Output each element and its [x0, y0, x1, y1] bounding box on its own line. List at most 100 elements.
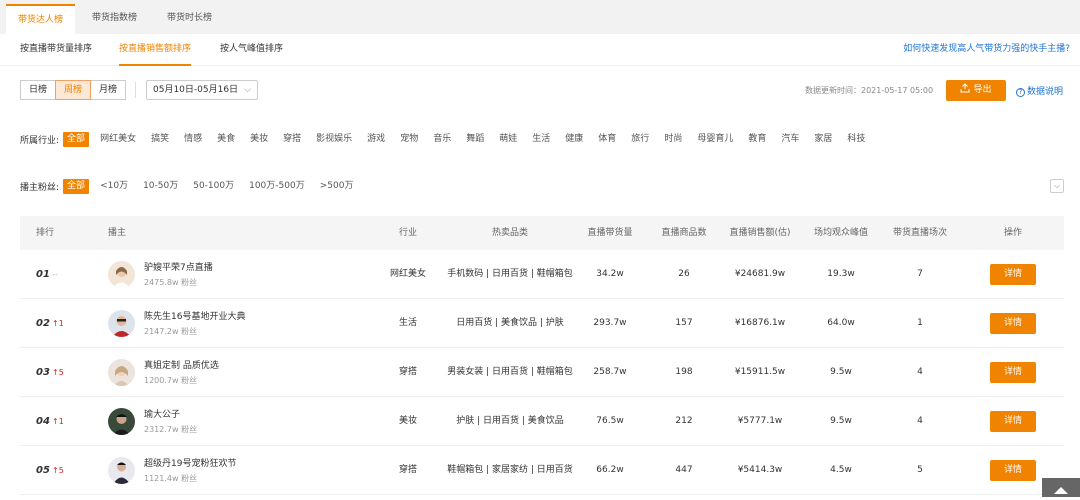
fans-chip[interactable]: 100万-500万 — [245, 179, 309, 194]
update-time: 数据更新时间：2021-05-17 05:00 — [805, 86, 934, 95]
peak-cell: 19.3w — [827, 269, 855, 279]
detail-button[interactable]: 详情 — [990, 460, 1036, 481]
industry-chip[interactable]: 全部 — [63, 131, 90, 147]
date-range-value: 05月10日-05月16日 — [153, 85, 239, 95]
sessions-cell: 5 — [917, 465, 923, 475]
industry-chip[interactable]: 体育 — [594, 132, 620, 147]
tab-index-rank[interactable]: 带货指数榜 — [80, 4, 149, 34]
subtab-sort-popularity[interactable]: 按人气峰值排序 — [220, 34, 283, 66]
rank-trend: ↑5 — [52, 466, 64, 475]
fans-chip[interactable]: 全部 — [63, 178, 90, 194]
subtab-sort-sales[interactable]: 按直播销售额排序 — [119, 34, 192, 66]
fans-filter-label: 播主粉丝: — [20, 182, 60, 193]
avatar[interactable] — [108, 408, 135, 435]
back-to-top-button[interactable] — [1042, 478, 1080, 497]
streamer-name[interactable]: 超级丹19号宠粉狂欢节 — [144, 458, 236, 470]
period-week-button[interactable]: 周榜 — [55, 80, 92, 100]
industry-chip[interactable]: 萌娃 — [495, 132, 521, 147]
industry-chip[interactable]: 网红美女 — [96, 132, 140, 147]
categories-cell: 护肤 | 日用百货 | 美食饮品 — [456, 416, 564, 426]
industry-chip[interactable]: 健康 — [561, 132, 587, 147]
categories-cell: 男装女装 | 日用百货 | 鞋帽箱包 — [447, 367, 573, 377]
industry-chip[interactable]: 舞蹈 — [462, 132, 488, 147]
industry-filter: 所属行业: 全部 网红美女 搞笑 情感 美食 美妆 穿搭 影视娱乐 游戏 宠物 … — [20, 131, 876, 147]
avatar[interactable] — [108, 261, 135, 288]
expand-filter-toggle[interactable]: ⌵ — [1050, 179, 1064, 193]
table-row: 03 ↑5 真姐定制 品质优选 1200.7w 粉丝 穿搭 男装女装 | 日用百… — [20, 348, 1064, 397]
industry-chip[interactable]: 美食 — [213, 132, 239, 147]
industry-chip[interactable]: 美妆 — [246, 132, 272, 147]
fan-count: 2475.8w 粉丝 — [144, 278, 198, 287]
products-cell: 447 — [675, 465, 693, 475]
period-month-button[interactable]: 月榜 — [90, 80, 127, 100]
avatar[interactable] — [108, 310, 135, 337]
industry-chip[interactable]: 情感 — [180, 132, 206, 147]
industry-chip[interactable]: 宠物 — [396, 132, 422, 147]
header-products: 直播商品数 — [661, 228, 707, 238]
detail-button[interactable]: 详情 — [990, 362, 1036, 383]
rank-trend: ↑1 — [52, 417, 64, 426]
fans-chip[interactable]: 50-100万 — [189, 179, 238, 194]
data-help-label: 数据说明 — [1027, 87, 1064, 97]
peak-cell: 4.5w — [830, 465, 852, 475]
rank-number: 02 — [36, 318, 50, 329]
streamer-name[interactable]: 真姐定制 品质优选 — [144, 360, 219, 372]
industry-chip[interactable]: 科技 — [843, 132, 869, 147]
avatar[interactable] — [108, 359, 135, 386]
categories-cell: 鞋帽箱包 | 家居家纺 | 日用百货 — [447, 465, 573, 475]
data-help-link[interactable]: ? 数据说明 — [1016, 84, 1063, 97]
sessions-cell: 1 — [917, 318, 923, 328]
fans-chip[interactable]: <10万 — [96, 179, 132, 194]
industry-chip[interactable]: 游戏 — [363, 132, 389, 147]
export-button[interactable]: 导出 — [946, 80, 1006, 101]
sessions-cell: 4 — [917, 416, 923, 426]
detail-button[interactable]: 详情 — [990, 411, 1036, 432]
sales-cell: ¥24681.9w — [734, 269, 786, 279]
industry-chip[interactable]: 家居 — [810, 132, 836, 147]
export-label: 导出 — [973, 85, 992, 95]
industry-chip[interactable]: 生活 — [528, 132, 554, 147]
industry-chip[interactable]: 时尚 — [660, 132, 686, 147]
fans-chip[interactable]: >500万 — [316, 179, 358, 194]
industry-chip[interactable]: 母婴育儿 — [693, 132, 737, 147]
subtab-sort-volume[interactable]: 按直播带货量排序 — [20, 34, 92, 66]
industry-filter-label: 所属行业: — [20, 135, 60, 146]
industry-chip[interactable]: 旅行 — [627, 132, 653, 147]
header-rank: 排行 — [36, 228, 55, 238]
tab-duration-rank[interactable]: 带货时长榜 — [155, 4, 224, 34]
top-tab-bar: 带货达人榜 带货指数榜 带货时长榜 — [0, 0, 1080, 34]
period-toggle: 日榜 周榜 月榜 — [20, 80, 127, 100]
date-range-select[interactable]: 05月10日-05月16日 ⌵ — [146, 80, 258, 100]
header-streamer: 播主 — [108, 228, 127, 238]
period-day-button[interactable]: 日榜 — [20, 80, 57, 100]
products-cell: 212 — [675, 416, 693, 426]
industry-chip[interactable]: 音乐 — [429, 132, 455, 147]
streamer-name[interactable]: 陈先生16号基地开业大典 — [144, 311, 245, 323]
header-sessions: 带货直播场次 — [892, 228, 947, 238]
upload-icon — [960, 83, 970, 93]
avatar[interactable] — [108, 457, 135, 484]
industry-chip[interactable]: 穿搭 — [279, 132, 305, 147]
sales-cell: ¥16876.1w — [734, 318, 786, 328]
categories-cell: 日用百货 | 美食饮品 | 护肤 — [456, 318, 564, 328]
header-action: 操作 — [1003, 228, 1022, 238]
streamer-name[interactable]: 驴嫂平荣7点直播 — [144, 262, 213, 274]
industry-chip[interactable]: 教育 — [744, 132, 770, 147]
table-row: 05 ↑5 超级丹19号宠粉狂欢节 1121.4w 粉丝 穿搭 鞋帽箱包 | 家… — [20, 446, 1064, 495]
industry-chip[interactable]: 影视娱乐 — [312, 132, 356, 147]
sort-tab-bar: 按直播带货量排序 按直播销售额排序 按人气峰值排序 如何快速发现高人气带货力强的… — [0, 34, 1080, 66]
detail-button[interactable]: 详情 — [990, 313, 1036, 334]
fan-count: 2312.7w 粉丝 — [144, 425, 198, 434]
streamer-name[interactable]: 瑜大公子 — [144, 409, 180, 421]
tab-talent-rank[interactable]: 带货达人榜 — [6, 4, 76, 34]
industry-chip[interactable]: 搞笑 — [147, 132, 173, 147]
peak-cell: 9.5w — [830, 416, 852, 426]
industry-chip[interactable]: 汽车 — [777, 132, 803, 147]
sessions-cell: 4 — [917, 367, 923, 377]
help-link[interactable]: 如何快速发现高人气带货力强的快手主播? — [903, 34, 1070, 64]
industry-cell: 美妆 — [398, 416, 417, 426]
detail-button[interactable]: 详情 — [990, 264, 1036, 285]
header-industry: 行业 — [398, 228, 417, 238]
fans-chip[interactable]: 10-50万 — [139, 179, 182, 194]
volume-cell: 76.5w — [596, 416, 624, 426]
